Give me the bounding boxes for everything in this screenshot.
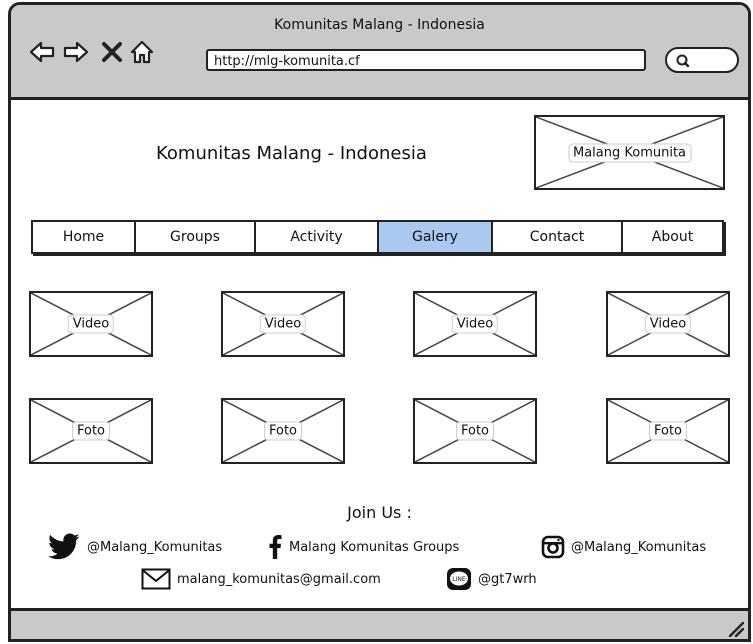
- join-us-heading: Join Us :: [347, 503, 412, 522]
- menu-item-home[interactable]: Home: [33, 222, 136, 252]
- envelope-icon: [141, 568, 171, 590]
- video-placeholder-4[interactable]: Video: [606, 291, 730, 357]
- home-icon[interactable]: [129, 39, 155, 65]
- site-title: Komunitas Malang - Indonesia: [156, 143, 427, 164]
- instagram-link[interactable]: @Malang_Komunitas: [541, 535, 706, 559]
- video-placeholder-3[interactable]: Video: [413, 291, 537, 357]
- instagram-icon: [541, 535, 565, 559]
- search-box[interactable]: [665, 47, 739, 73]
- browser-titlebar: Komunitas Malang - Indonesia http://mlg-…: [11, 5, 748, 100]
- email-link[interactable]: malang_komunitas@gmail.com: [141, 568, 381, 590]
- photo-placeholder-3[interactable]: Foto: [413, 398, 537, 464]
- video-placeholder-2[interactable]: Video: [221, 291, 345, 357]
- menu-item-activity[interactable]: Activity: [256, 222, 379, 252]
- logo-label: Malang Komunita: [567, 143, 692, 162]
- logo-placeholder: Malang Komunita: [534, 115, 725, 190]
- menu-item-galery[interactable]: Galery: [379, 222, 493, 252]
- video-placeholder-1[interactable]: Video: [29, 291, 153, 357]
- line-link[interactable]: LINE @gt7wrh: [446, 567, 537, 591]
- photo-placeholder-4[interactable]: Foto: [606, 398, 730, 464]
- main-menu: Home Groups Activity Galery Contact Abou…: [31, 220, 724, 254]
- menu-item-groups[interactable]: Groups: [136, 222, 256, 252]
- status-bar: [11, 608, 748, 639]
- back-arrow-icon[interactable]: [29, 39, 55, 65]
- photo-placeholder-2[interactable]: Foto: [221, 398, 345, 464]
- window-title: Komunitas Malang - Indonesia: [274, 17, 485, 33]
- search-icon: [676, 54, 690, 68]
- twitter-link[interactable]: @Malang_Komunitas: [47, 533, 222, 561]
- browser-window: Komunitas Malang - Indonesia http://mlg-…: [8, 2, 751, 642]
- svg-text:LINE: LINE: [452, 576, 466, 583]
- twitter-icon: [48, 533, 80, 560]
- forward-arrow-icon[interactable]: [63, 39, 89, 65]
- stop-icon[interactable]: [99, 39, 125, 65]
- facebook-link[interactable]: Malang Komunitas Groups: [267, 535, 459, 559]
- photo-placeholder-1[interactable]: Foto: [29, 398, 153, 464]
- menu-item-about[interactable]: About: [623, 222, 722, 252]
- menu-item-contact[interactable]: Contact: [493, 222, 623, 252]
- resize-grip-icon[interactable]: [724, 617, 744, 637]
- facebook-icon: [269, 535, 282, 559]
- address-bar[interactable]: http://mlg-komunita.cf: [206, 49, 646, 71]
- line-icon: LINE: [447, 568, 471, 590]
